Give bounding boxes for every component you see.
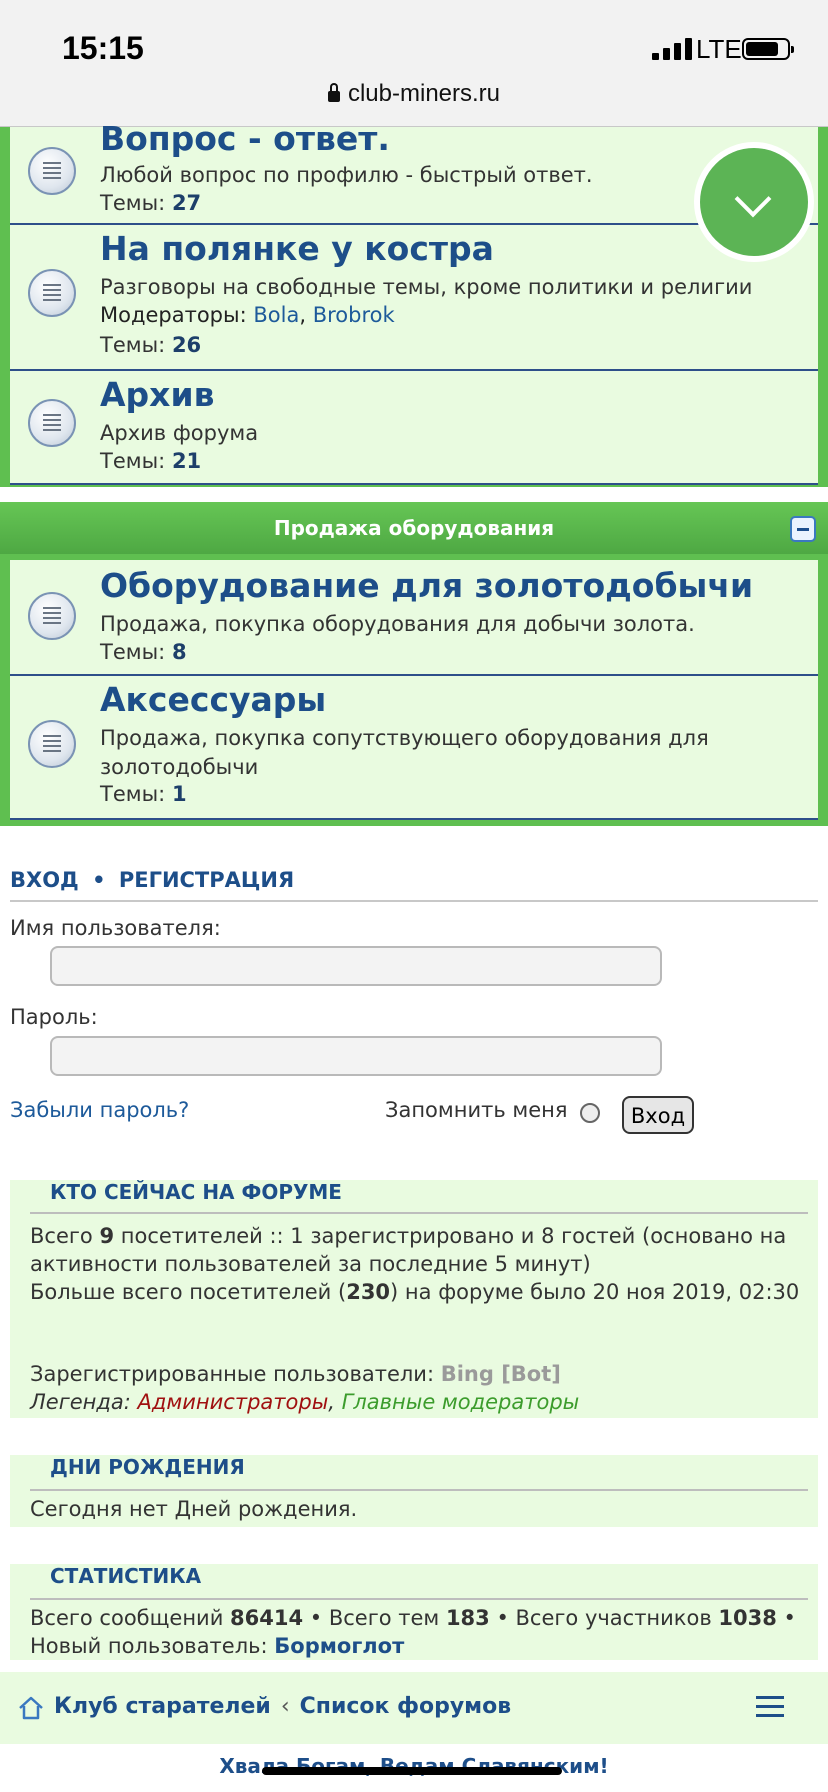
username-label: Имя пользователя: <box>10 916 221 940</box>
birthdays-text: Сегодня нет Дней рождения. <box>30 1497 358 1521</box>
scroll-down-button[interactable] <box>700 148 808 256</box>
login-link[interactable]: ВХОД <box>10 868 79 892</box>
forum-topics: Темы: 1 <box>100 782 187 806</box>
registered-users: Зарегистрированные пользователи: Bing [B… <box>30 1362 561 1386</box>
category-header[interactable]: Продажа оборудования <box>0 502 828 554</box>
forum-topics: Темы: 8 <box>100 640 187 664</box>
forum-topics: Темы: 27 <box>100 191 202 215</box>
forum-title[interactable]: Вопрос - ответ. <box>100 119 390 158</box>
login-button[interactable]: Вход <box>622 1096 694 1134</box>
battery-icon <box>742 38 794 60</box>
divider <box>30 1212 808 1214</box>
breadcrumb: Клуб старателей ‹ Список форумов <box>54 1694 512 1719</box>
forum-row[interactable]: Архив Архив форума Темы: 21 <box>10 371 818 485</box>
newest-user-link[interactable]: Бормоглот <box>274 1634 404 1658</box>
online-summary: Всего 9 посетителей :: 1 зарегистрирован… <box>30 1224 800 1304</box>
forum-row[interactable]: Аксессуары Продажа, покупка сопутствующе… <box>10 676 818 820</box>
who-is-online-panel: КТО СЕЙЧАС НА ФОРУМЕ Всего 9 посетителей… <box>10 1180 818 1418</box>
forum-title[interactable]: Аксессуары <box>100 680 326 719</box>
divider <box>10 900 818 902</box>
moderator-link[interactable]: Brobrok <box>313 303 395 327</box>
forum-category-block: Продажа оборудования Оборудование для зо… <box>0 502 828 826</box>
bot-user-link[interactable]: Bing [Bot] <box>441 1362 561 1386</box>
forgot-password-link[interactable]: Забыли пароль? <box>10 1098 189 1122</box>
divider <box>30 1598 808 1600</box>
address-bar[interactable]: club-miners.ru <box>0 80 828 108</box>
home-icon[interactable] <box>18 1696 44 1720</box>
password-input[interactable] <box>50 1036 662 1076</box>
forum-desc: Продажа, покупка оборудования для добычи… <box>100 612 695 636</box>
network-label: LTE <box>696 34 742 64</box>
forum-desc: Архив форума <box>100 421 259 445</box>
forum-read-icon <box>28 147 76 195</box>
moderator-link[interactable]: Bola <box>253 303 299 327</box>
remember-me-label: Запомнить меня <box>385 1098 568 1122</box>
forum-title[interactable]: На полянке у костра <box>100 229 494 268</box>
statistics-panel: СТАТИСТИКА Всего сообщений 86414 • Всего… <box>10 1564 818 1660</box>
collapse-icon[interactable] <box>790 516 816 542</box>
panel-title: СТАТИСТИКА <box>50 1564 202 1588</box>
statistics-text: Всего сообщений 86414 • Всего тем 183 • … <box>30 1606 796 1658</box>
breadcrumb-forum-list-link[interactable]: Список форумов <box>300 1694 512 1719</box>
browser-status-bar: 15:15 LTE club-miners.ru <box>0 0 828 127</box>
legend-admins-link[interactable]: Администраторы <box>138 1390 329 1414</box>
category-title: Продажа оборудования <box>273 516 555 540</box>
password-label: Пароль: <box>10 1005 98 1029</box>
forum-desc: Разговоры на свободные темы, кроме полит… <box>100 275 753 299</box>
forum-read-icon <box>28 269 76 317</box>
hamburger-menu-icon[interactable] <box>756 1696 784 1718</box>
remember-me-checkbox[interactable] <box>580 1103 600 1123</box>
forum-desc: Продажа, покупка сопутствующего оборудов… <box>100 726 709 779</box>
username-input[interactable] <box>50 946 662 986</box>
signal-icon <box>652 38 694 60</box>
breadcrumb-home-link[interactable]: Клуб старателей <box>54 1694 271 1719</box>
home-indicator[interactable] <box>262 1767 562 1775</box>
lock-icon <box>327 83 340 102</box>
birthdays-panel: ДНИ РОЖДЕНИЯ Сегодня нет Дней рождения. <box>10 1455 818 1527</box>
forum-topics: Темы: 21 <box>100 449 202 473</box>
forum-desc: Любой вопрос по профилю - быстрый ответ. <box>100 163 593 187</box>
forum-read-icon <box>28 592 76 640</box>
login-header: ВХОД • РЕГИСТРАЦИЯ <box>10 868 295 892</box>
legend: Легенда: Администраторы, Главные модерат… <box>30 1390 580 1414</box>
url-text: club-miners.ru <box>347 80 501 107</box>
forum-moderators: Модераторы: Bola, Brobrok <box>100 303 395 327</box>
forum-read-icon <box>28 720 76 768</box>
divider <box>30 1489 808 1491</box>
forum-row[interactable]: На полянке у костра Разговоры на свободн… <box>10 225 818 371</box>
panel-title: ДНИ РОЖДЕНИЯ <box>50 1455 245 1479</box>
forum-title[interactable]: Архив <box>100 375 214 414</box>
register-link[interactable]: РЕГИСТРАЦИЯ <box>119 868 294 892</box>
forum-title[interactable]: Оборудование для золотодобычи <box>100 566 753 605</box>
clock: 15:15 <box>62 30 144 66</box>
forum-topics: Темы: 26 <box>100 333 202 357</box>
forum-read-icon <box>28 399 76 447</box>
forum-row[interactable]: Вопрос - ответ. Любой вопрос по профилю … <box>10 119 818 225</box>
bottom-navbar: Клуб старателей ‹ Список форумов <box>0 1672 828 1744</box>
panel-title: КТО СЕЙЧАС НА ФОРУМЕ <box>50 1180 342 1204</box>
legend-global-mods-link[interactable]: Главные модераторы <box>342 1390 580 1414</box>
forum-row[interactable]: Оборудование для золотодобычи Продажа, п… <box>10 560 818 676</box>
